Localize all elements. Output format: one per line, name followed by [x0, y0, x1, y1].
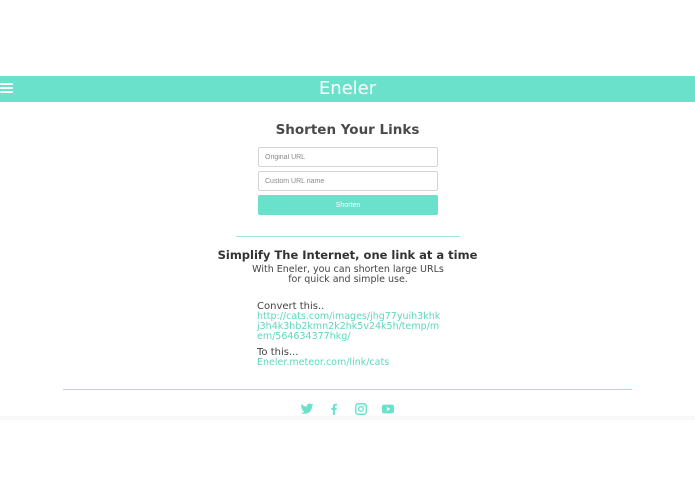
- long-url-link[interactable]: http://cats.com/images/jhg77yuih3khkj3h4…: [257, 312, 442, 342]
- facebook-icon[interactable]: [327, 402, 341, 416]
- divider: [236, 236, 460, 237]
- navbar: Eneler: [0, 76, 695, 102]
- footer-divider: [63, 389, 632, 390]
- twitter-icon[interactable]: [300, 402, 314, 416]
- form-title: Shorten Your Links: [275, 122, 420, 138]
- example-before: Convert this.. http://cats.com/images/jh…: [257, 301, 442, 342]
- shorten-button[interactable]: Shorten: [258, 195, 438, 215]
- social-links: [0, 401, 695, 416]
- short-url-link[interactable]: Eneler.meteor.com/link/cats: [257, 358, 442, 368]
- brand-title[interactable]: Eneler: [0, 76, 695, 102]
- youtube-icon[interactable]: [381, 402, 395, 416]
- original-url-input[interactable]: [258, 147, 438, 167]
- instagram-icon[interactable]: [354, 402, 368, 416]
- tagline: Simplify The Internet, one link at a tim…: [217, 248, 478, 262]
- custom-url-name-input[interactable]: [258, 171, 438, 191]
- footer-band: [0, 416, 695, 420]
- description: With Eneler, you can shorten large URLs …: [252, 264, 444, 285]
- page: Eneler Shorten Your Links Shorten Simpli…: [0, 0, 695, 494]
- example-after: To this... Eneler.meteor.com/link/cats: [257, 347, 442, 368]
